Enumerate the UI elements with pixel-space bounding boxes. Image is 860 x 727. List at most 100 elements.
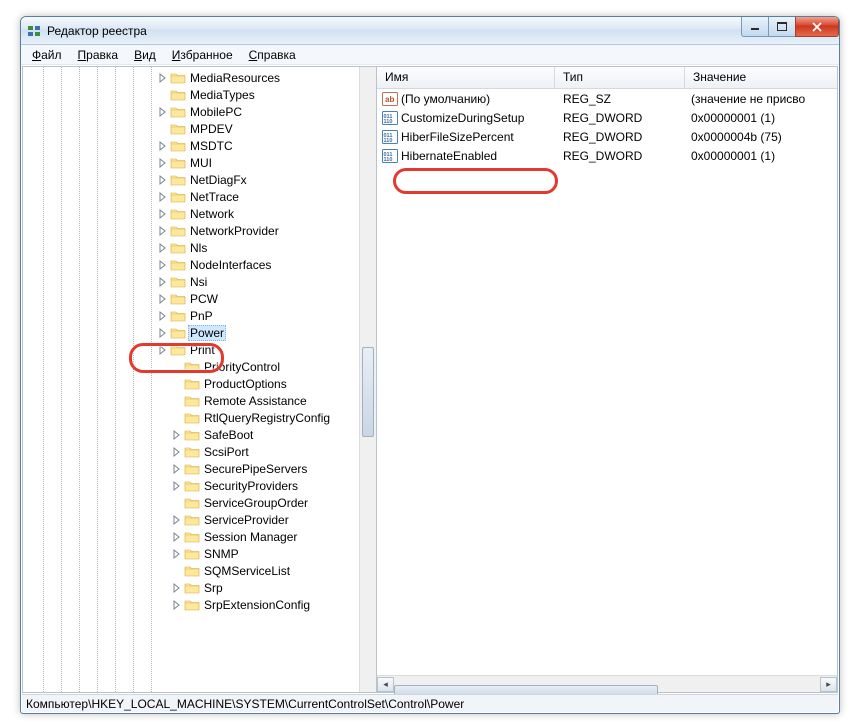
tree-item[interactable]: SecurePipeServers	[23, 460, 376, 477]
expander-icon[interactable]	[157, 89, 169, 101]
expander-icon[interactable]	[157, 276, 169, 288]
expander-icon[interactable]	[157, 208, 169, 220]
column-name[interactable]: Имя	[377, 67, 555, 88]
tree-item-label: ProductOptions	[202, 377, 289, 391]
expander-icon[interactable]	[157, 191, 169, 203]
status-path: Компьютер\HKEY_LOCAL_MACHINE\SYSTEM\Curr…	[26, 697, 464, 711]
values-column-header[interactable]: Имя Тип Значение	[377, 67, 837, 89]
tree-item[interactable]: SrpExtensionConfig	[23, 596, 376, 613]
column-type[interactable]: Тип	[555, 67, 685, 88]
tree-item[interactable]: Network	[23, 205, 376, 222]
tree-item[interactable]: ProductOptions	[23, 375, 376, 392]
menu-view[interactable]: Вид	[127, 47, 163, 64]
menu-file[interactable]: Файл	[25, 47, 69, 64]
tree-item[interactable]: Srp	[23, 579, 376, 596]
tree-item[interactable]: Power	[23, 324, 376, 341]
tree-item[interactable]: ScsiPort	[23, 443, 376, 460]
value-name: CustomizeDuringSetup	[401, 111, 559, 125]
expander-icon[interactable]	[157, 225, 169, 237]
expander-icon[interactable]	[171, 497, 183, 509]
reg-dword-icon	[381, 129, 399, 145]
tree-item[interactable]: ServiceProvider	[23, 511, 376, 528]
tree-item[interactable]: NetTrace	[23, 188, 376, 205]
tree-item[interactable]: Print	[23, 341, 376, 358]
expander-icon[interactable]	[171, 361, 183, 373]
tree-item[interactable]: NetDiagFx	[23, 171, 376, 188]
tree-item[interactable]: RtlQueryRegistryConfig	[23, 409, 376, 426]
tree-item[interactable]: PriorityControl	[23, 358, 376, 375]
expander-icon[interactable]	[157, 140, 169, 152]
expander-icon[interactable]	[157, 174, 169, 186]
expander-icon[interactable]	[171, 548, 183, 560]
tree-item-label: NodeInterfaces	[188, 258, 273, 272]
tree-item[interactable]: MSDTC	[23, 137, 376, 154]
expander-icon[interactable]	[157, 327, 169, 339]
folder-icon	[184, 394, 200, 408]
window-minimize-button[interactable]	[741, 17, 769, 37]
expander-icon[interactable]	[157, 157, 169, 169]
tree-item[interactable]: SafeBoot	[23, 426, 376, 443]
registry-value-row[interactable]: HiberFileSizePercentREG_DWORD0x0000004b …	[377, 127, 837, 146]
expander-icon[interactable]	[157, 310, 169, 322]
tree-item[interactable]: PCW	[23, 290, 376, 307]
folder-icon	[170, 224, 186, 238]
menu-favorites[interactable]: Избранное	[165, 47, 240, 64]
tree-item[interactable]: SecurityProviders	[23, 477, 376, 494]
expander-icon[interactable]	[157, 72, 169, 84]
registry-value-row[interactable]: (По умолчанию)REG_SZ(значение не присво	[377, 89, 837, 108]
values-horizontal-scrollbar[interactable]: ◂ ▸	[377, 675, 837, 692]
tree-item-label: Remote Assistance	[202, 394, 309, 408]
tree-item[interactable]: Remote Assistance	[23, 392, 376, 409]
tree-item[interactable]: MUI	[23, 154, 376, 171]
expander-icon[interactable]	[171, 514, 183, 526]
tree-item[interactable]: NetworkProvider	[23, 222, 376, 239]
expander-icon[interactable]	[157, 242, 169, 254]
expander-icon[interactable]	[157, 106, 169, 118]
folder-icon	[184, 360, 200, 374]
column-value[interactable]: Значение	[685, 67, 837, 88]
expander-icon[interactable]	[171, 429, 183, 441]
tree-item[interactable]: MobilePC	[23, 103, 376, 120]
tree-item[interactable]: MediaTypes	[23, 86, 376, 103]
menu-edit[interactable]: Правка	[71, 47, 126, 64]
expander-icon[interactable]	[171, 463, 183, 475]
expander-icon[interactable]	[157, 123, 169, 135]
window-close-button[interactable]	[795, 17, 839, 37]
expander-icon[interactable]	[171, 480, 183, 492]
tree-item[interactable]: PnP	[23, 307, 376, 324]
tree-item[interactable]: SNMP	[23, 545, 376, 562]
expander-icon[interactable]	[171, 599, 183, 611]
registry-value-row[interactable]: CustomizeDuringSetupREG_DWORD0x00000001 …	[377, 108, 837, 127]
expander-icon[interactable]	[157, 344, 169, 356]
window-maximize-button[interactable]	[768, 17, 796, 37]
expander-icon[interactable]	[171, 412, 183, 424]
tree-item-label: PCW	[188, 292, 220, 306]
scrollbar-thumb[interactable]	[362, 347, 374, 437]
expander-icon[interactable]	[157, 259, 169, 271]
menu-help[interactable]: Справка	[242, 47, 303, 64]
tree-item-label: SNMP	[202, 547, 241, 561]
expander-icon[interactable]	[171, 395, 183, 407]
expander-icon[interactable]	[157, 293, 169, 305]
tree-item[interactable]: Nls	[23, 239, 376, 256]
registry-value-row[interactable]: HibernateEnabledREG_DWORD0x00000001 (1)	[377, 146, 837, 165]
folder-icon	[184, 598, 200, 612]
tree-item[interactable]: ServiceGroupOrder	[23, 494, 376, 511]
tree-item[interactable]: MPDEV	[23, 120, 376, 137]
expander-icon[interactable]	[171, 531, 183, 543]
registry-tree[interactable]: MediaResourcesMediaTypesMobilePCMPDEVMSD…	[23, 67, 377, 692]
tree-vertical-scrollbar[interactable]	[359, 67, 376, 692]
expander-icon[interactable]	[171, 446, 183, 458]
tree-item[interactable]: MediaResources	[23, 69, 376, 86]
scroll-left-button[interactable]: ◂	[377, 677, 394, 692]
expander-icon[interactable]	[171, 378, 183, 390]
expander-icon[interactable]	[171, 565, 183, 577]
folder-icon	[184, 445, 200, 459]
tree-item[interactable]: SQMServiceList	[23, 562, 376, 579]
title-bar[interactable]: Редактор реестра	[21, 17, 839, 45]
tree-item[interactable]: NodeInterfaces	[23, 256, 376, 273]
tree-item[interactable]: Session Manager	[23, 528, 376, 545]
tree-item[interactable]: Nsi	[23, 273, 376, 290]
expander-icon[interactable]	[171, 582, 183, 594]
scroll-right-button[interactable]: ▸	[820, 677, 837, 692]
